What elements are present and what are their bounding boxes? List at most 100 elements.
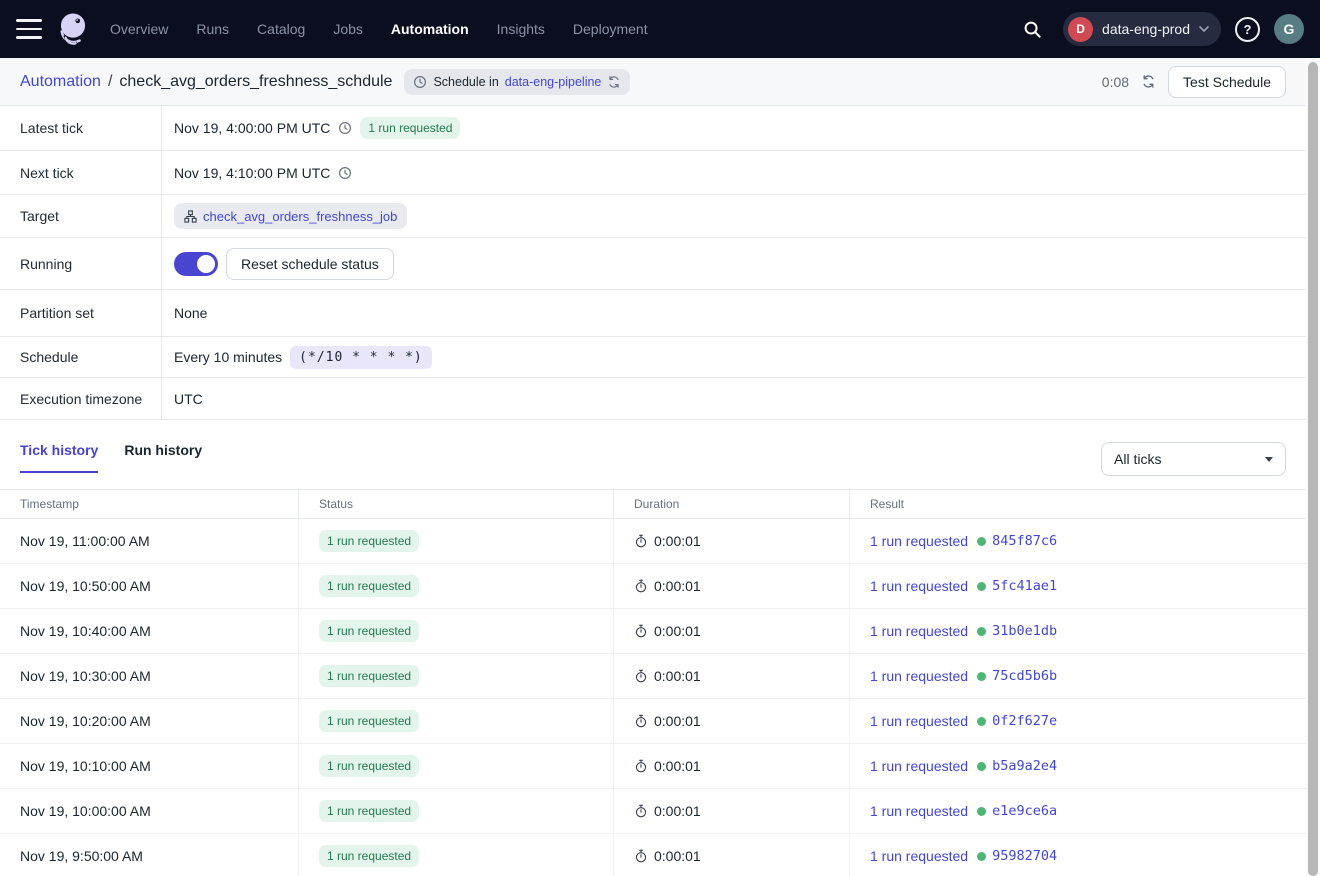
run-id-link[interactable]: b5a9a2e4 <box>992 758 1057 774</box>
tick-result-link[interactable]: 1 run requested <box>870 758 968 774</box>
chevron-down-icon <box>1199 26 1209 32</box>
target-job-chip[interactable]: check_avg_orders_freshness_job <box>174 203 407 229</box>
tick-result-link[interactable]: 1 run requested <box>870 713 968 729</box>
vertical-scrollbar[interactable] <box>1306 58 1320 876</box>
workspace-switcher[interactable]: D data-eng-prod <box>1063 12 1221 46</box>
schedule-description: Every 10 minutes <box>174 349 282 365</box>
schedule-details: Latest tick Nov 19, 4:00:00 PM UTC 1 run… <box>0 106 1306 420</box>
col-header-duration: Duration <box>614 490 850 518</box>
tick-duration: 0:00:01 <box>654 668 701 684</box>
test-schedule-button[interactable]: Test Schedule <box>1168 66 1286 98</box>
tick-duration: 0:00:01 <box>654 533 701 549</box>
tick-result-link[interactable]: 1 run requested <box>870 668 968 684</box>
run-id-link[interactable]: e1e9ce6a <box>992 803 1057 819</box>
run-id-link[interactable]: 75cd5b6b <box>992 668 1057 684</box>
tick-timestamp: Nov 19, 10:50:00 AM <box>20 578 151 594</box>
run-id-link[interactable]: 845f87c6 <box>992 533 1057 549</box>
search-icon[interactable] <box>1015 12 1049 46</box>
tick-timestamp: Nov 19, 10:00:00 AM <box>20 803 151 819</box>
table-row: Nov 19, 10:00:00 AM 1 run requested 0:00… <box>0 789 1306 834</box>
table-header-row: Timestamp Status Duration Result <box>0 489 1306 519</box>
breadcrumb-separator: / <box>108 73 112 91</box>
tick-status-badge: 1 run requested <box>319 665 419 687</box>
run-status-dot <box>977 627 986 636</box>
target-job-name: check_avg_orders_freshness_job <box>203 209 397 224</box>
table-row: Nov 19, 10:20:00 AM 1 run requested 0:00… <box>0 699 1306 744</box>
tick-duration: 0:00:01 <box>654 848 701 864</box>
stopwatch-icon <box>634 669 648 683</box>
tick-timestamp: Nov 19, 10:30:00 AM <box>20 668 151 684</box>
run-id-link[interactable]: 5fc41ae1 <box>992 578 1057 594</box>
next-tick-value: Nov 19, 4:10:00 PM UTC <box>174 165 330 181</box>
tick-result-link[interactable]: 1 run requested <box>870 848 968 864</box>
tick-status-badge: 1 run requested <box>319 800 419 822</box>
stopwatch-icon <box>634 759 648 773</box>
col-header-status: Status <box>299 490 614 518</box>
tick-filter-value: All ticks <box>1114 451 1161 467</box>
nav-item-deployment[interactable]: Deployment <box>573 21 648 37</box>
clock-icon <box>338 166 352 180</box>
tick-timestamp: Nov 19, 10:20:00 AM <box>20 713 151 729</box>
stopwatch-icon <box>634 624 648 638</box>
help-icon[interactable]: ? <box>1235 17 1260 42</box>
breadcrumb-bar: Automation / check_avg_orders_freshness_… <box>0 58 1306 106</box>
user-avatar[interactable]: G <box>1274 14 1304 44</box>
run-id-link[interactable]: 31b0e1db <box>992 623 1057 639</box>
tab-tick-history[interactable]: Tick history <box>20 442 98 473</box>
menu-icon[interactable] <box>16 19 42 39</box>
tick-result-link[interactable]: 1 run requested <box>870 803 968 819</box>
tick-status-badge: 1 run requested <box>319 710 419 732</box>
refresh-icon[interactable] <box>1141 74 1156 89</box>
nav-item-jobs[interactable]: Jobs <box>333 21 363 37</box>
target-label: Target <box>0 195 162 237</box>
tick-timestamp: Nov 19, 10:40:00 AM <box>20 623 151 639</box>
run-status-dot <box>977 852 986 861</box>
page-title: check_avg_orders_freshness_schdule <box>119 73 392 91</box>
breadcrumb-automation-link[interactable]: Automation <box>20 73 101 91</box>
code-location-link[interactable]: data-eng-pipeline <box>505 75 602 89</box>
stopwatch-icon <box>634 804 648 818</box>
schedule-label: Schedule <box>0 337 162 377</box>
scrollbar-thumb[interactable] <box>1308 62 1318 876</box>
tick-history-table: Timestamp Status Duration Result Nov 19,… <box>0 489 1306 876</box>
run-status-dot <box>977 537 986 546</box>
running-label: Running <box>0 238 162 289</box>
tick-filter-dropdown[interactable]: All ticks <box>1101 442 1286 476</box>
timezone-label: Execution timezone <box>0 378 162 419</box>
tick-result-link[interactable]: 1 run requested <box>870 533 968 549</box>
stopwatch-icon <box>634 849 648 863</box>
nav-item-insights[interactable]: Insights <box>497 21 545 37</box>
tick-duration: 0:00:01 <box>654 578 701 594</box>
nav-item-overview[interactable]: Overview <box>110 21 168 37</box>
table-row: Nov 19, 10:10:00 AM 1 run requested 0:00… <box>0 744 1306 789</box>
run-status-dot <box>977 672 986 681</box>
run-id-link[interactable]: 0f2f627e <box>992 713 1057 729</box>
partition-set-value: None <box>174 305 207 321</box>
cron-expression: (*/10 * * * *) <box>290 346 432 369</box>
nav-item-automation[interactable]: Automation <box>391 21 469 37</box>
tick-table-rows: Nov 19, 11:00:00 AM 1 run requested 0:00… <box>0 519 1306 876</box>
clock-icon <box>338 121 352 135</box>
tick-result-link[interactable]: 1 run requested <box>870 623 968 639</box>
primary-nav: Overview Runs Catalog Jobs Automation In… <box>110 21 648 37</box>
tick-status-badge: 1 run requested <box>319 845 419 867</box>
nav-item-runs[interactable]: Runs <box>196 21 229 37</box>
col-header-result: Result <box>850 490 1306 518</box>
tab-run-history[interactable]: Run history <box>124 442 202 473</box>
next-tick-row: Next tick Nov 19, 4:10:00 PM UTC <box>0 151 1306 195</box>
nav-item-catalog[interactable]: Catalog <box>257 21 305 37</box>
tick-duration: 0:00:01 <box>654 803 701 819</box>
run-status-dot <box>977 762 986 771</box>
timezone-value: UTC <box>174 391 203 407</box>
run-id-link[interactable]: 95982704 <box>992 848 1057 864</box>
sync-icon[interactable] <box>607 75 621 89</box>
tick-result-link[interactable]: 1 run requested <box>870 578 968 594</box>
run-status-dot <box>977 717 986 726</box>
partition-set-row: Partition set None <box>0 290 1306 337</box>
table-row: Nov 19, 10:30:00 AM 1 run requested 0:00… <box>0 654 1306 699</box>
running-toggle[interactable] <box>174 252 218 276</box>
latest-tick-status-badge: 1 run requested <box>360 117 460 139</box>
dagster-logo-icon[interactable] <box>54 7 94 51</box>
clock-icon <box>413 75 427 89</box>
reset-schedule-status-button[interactable]: Reset schedule status <box>226 248 394 280</box>
